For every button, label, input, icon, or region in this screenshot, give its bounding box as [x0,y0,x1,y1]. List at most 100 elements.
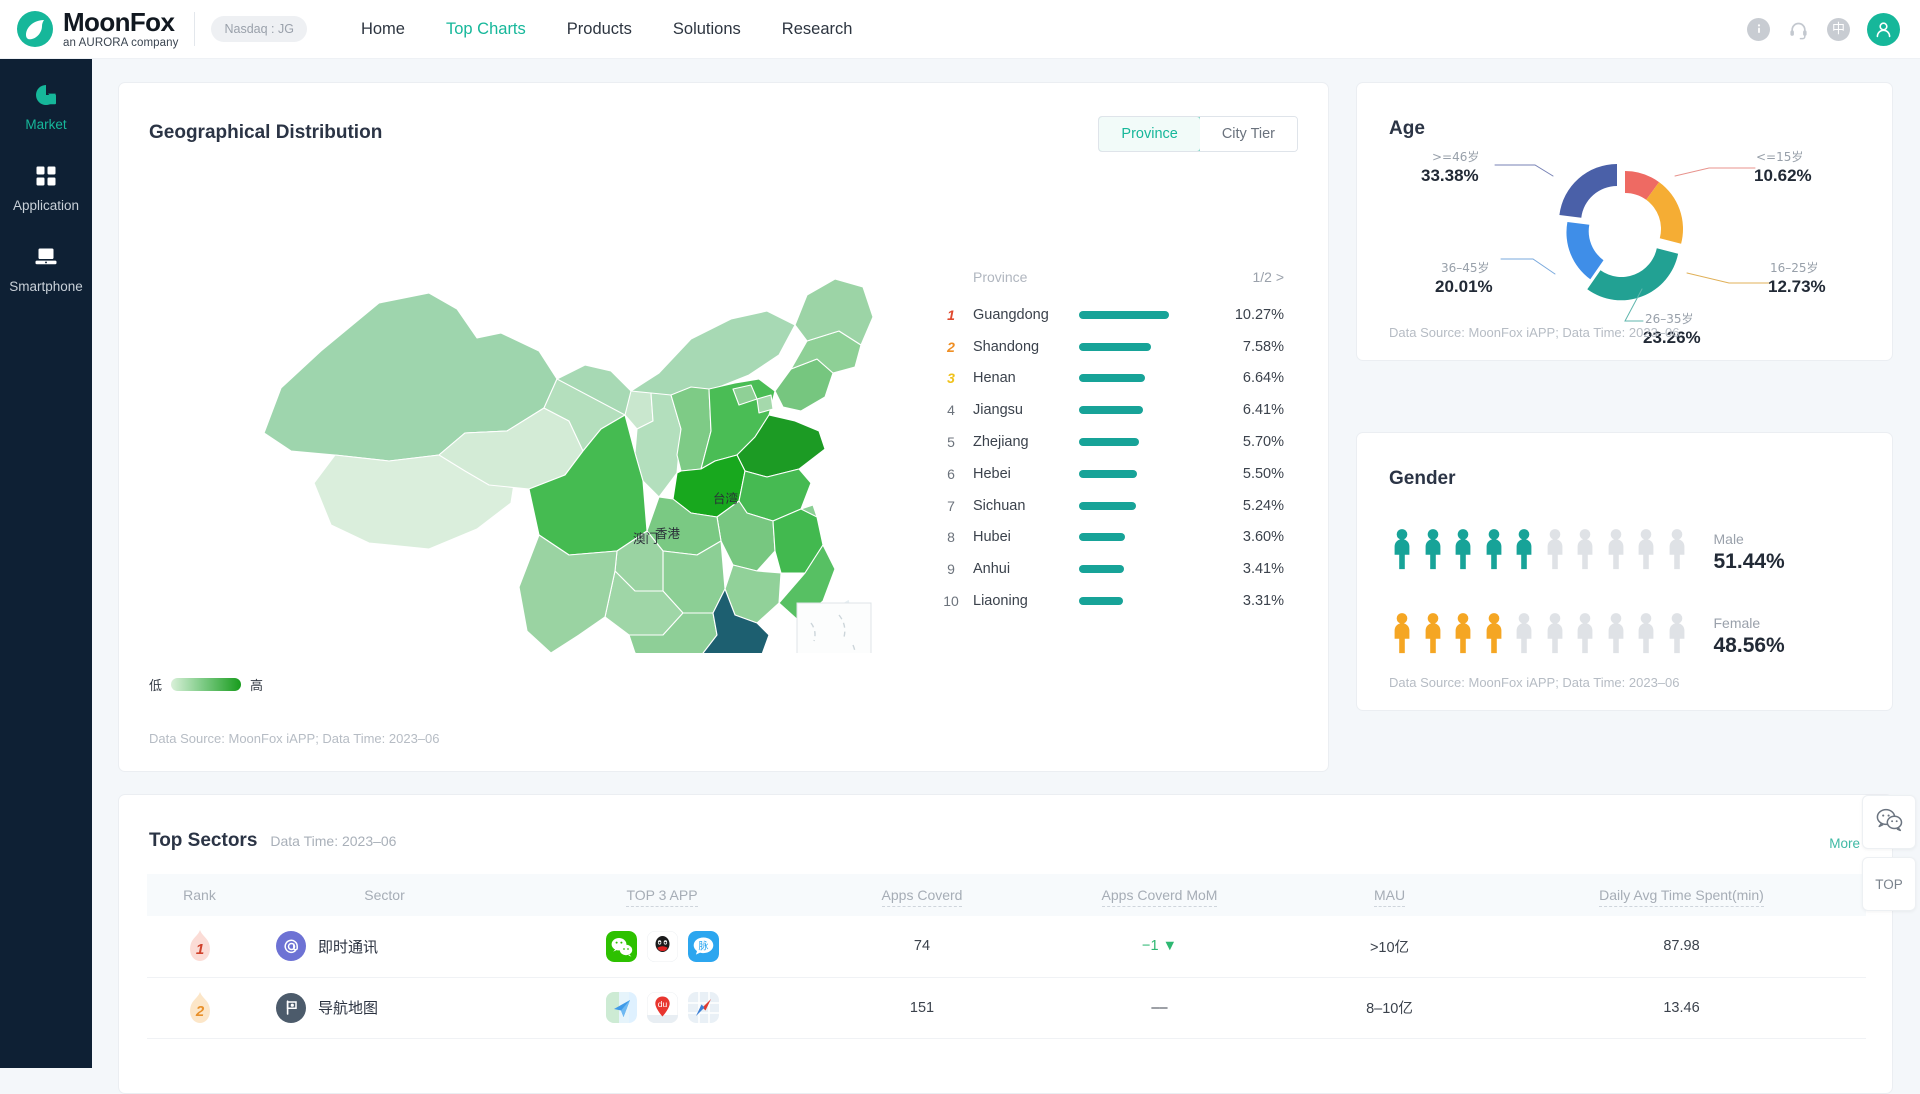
table-row[interactable]: 2导航地图du151––8–10亿13.46 [147,977,1866,1038]
user-avatar-icon[interactable] [1867,13,1900,46]
toggle-province-button[interactable]: Province [1098,116,1200,152]
flag-marker-icon [276,993,306,1023]
info-icon[interactable] [1747,18,1770,41]
left-sidebar: Market Application Smartphone [0,59,92,1068]
sidebar-item-smartphone[interactable]: Smartphone [0,243,92,295]
moonfox-logo-icon [16,10,54,48]
nav-link-home[interactable]: Home [361,19,405,39]
age-value-lte15: 10.62% [1754,165,1812,186]
province-name: Hubei [973,529,1079,545]
province-rank: 9 [939,561,963,577]
province-bar-track [1079,343,1179,351]
cell-apps-coverd-mom: −1 ▼ [1037,916,1282,977]
province-percent: 3.41% [1243,561,1284,577]
sidebar-label-application: Application [13,197,79,214]
person-pictogram-icon [1666,528,1688,570]
tencent-map-app-icon[interactable] [688,992,719,1023]
stock-ticker-badge: Nasdaq : JG [211,16,306,42]
province-rank: 8 [939,529,963,545]
province-percent: 10.27% [1235,307,1284,323]
person-pictogram [1391,528,1413,575]
sectors-table-body: 1即时通讯脉74−1 ▼>10亿87.982导航地图du151––8–10亿13… [147,916,1866,1038]
brand-logo[interactable]: MoonFox an AURORA company [16,9,178,50]
legend-high-label: 高 [250,675,263,694]
province-row[interactable]: 3Henan6.64% [939,363,1284,395]
cell-sector[interactable]: 导航地图 [252,977,517,1038]
column-header: Daily Avg Time Spent(min) [1497,874,1866,916]
person-pictogram [1513,612,1535,659]
province-rank: 7 [939,498,963,514]
province-rank: 1 [939,307,963,323]
column-header: Sector [252,874,517,916]
province-bar [1079,502,1136,510]
language-glyph: 中 [1832,23,1845,36]
province-bar-track [1079,597,1179,605]
baidu-map-app-icon[interactable]: du [647,992,678,1023]
province-row[interactable]: 10Liaoning3.31% [939,585,1284,617]
male-label: Male [1714,530,1785,548]
table-row[interactable]: 1即时通讯脉74−1 ▼>10亿87.98 [147,916,1866,977]
cell-sector[interactable]: 即时通讯 [252,916,517,977]
province-bar [1079,311,1169,319]
male-pictogram-group [1391,528,1688,575]
maimai-app-icon[interactable]: 脉 [688,931,719,962]
headset-icon[interactable] [1787,18,1810,41]
top-sectors-card: Top Sectors Data Time: 2023–06 More Rank… [118,794,1893,1094]
male-percent: 51.44% [1714,549,1785,575]
china-choropleth-map[interactable]: 台湾 香港 澳门 [239,183,879,653]
person-pictogram [1422,528,1444,575]
rank-flame-badge: 2 [147,991,252,1025]
nav-link-solutions[interactable]: Solutions [673,19,741,39]
column-header: MAU [1282,874,1497,916]
column-header: Apps Coverd MoM [1037,874,1282,916]
person-pictogram-icon [1513,612,1535,654]
cell-daily-avg-time: 13.46 [1497,977,1866,1038]
province-bar-track [1079,374,1179,382]
person-pictogram [1666,528,1688,575]
province-name: Anhui [973,561,1079,577]
map-label-macau: 澳门 [633,528,658,547]
nav-link-products[interactable]: Products [567,19,632,39]
province-bar [1079,533,1125,541]
province-row[interactable]: 8Hubei3.60% [939,522,1284,554]
map-color-legend: 低 高 [149,675,263,694]
qq-app-icon[interactable] [647,931,678,962]
age-donut-chart[interactable]: <=15岁 10.62% 16–25岁 12.73% 26–35岁 23.26%… [1357,131,1894,331]
person-pictogram-icon [1666,612,1688,654]
province-row[interactable]: 1Guangdong10.27% [939,299,1284,331]
language-chinese-icon[interactable]: 中 [1827,18,1850,41]
grid-apps-icon [35,162,57,190]
province-row[interactable]: 7Sichuan5.24% [939,490,1284,522]
province-bar-track [1079,470,1179,478]
back-to-top-button[interactable]: TOP [1862,857,1916,911]
province-row[interactable]: 2Shandong7.58% [939,331,1284,363]
wechat-contact-button[interactable] [1862,795,1916,849]
province-pagination[interactable]: 1/2 > [1252,268,1284,286]
sectors-more-link[interactable]: More [1829,835,1860,852]
province-row[interactable]: 4Jiangsu6.41% [939,394,1284,426]
legend-gradient-bar [171,678,241,691]
person-pictogram-icon [1635,612,1657,654]
person-pictogram [1452,612,1474,659]
top-navigation-bar: MoonFox an AURORA company Nasdaq : JG Ho… [0,0,1920,59]
province-row[interactable]: 5Zhejiang5.70% [939,426,1284,458]
cell-apps-coverd: 151 [807,977,1037,1038]
sidebar-item-application[interactable]: Application [0,162,92,214]
nav-link-research[interactable]: Research [782,19,853,39]
person-pictogram [1483,612,1505,659]
person-pictogram-icon [1605,528,1627,570]
province-row[interactable]: 9 Anhui 3.41% [939,553,1284,585]
toggle-city-tier-button[interactable]: City Tier [1200,117,1297,151]
wechat-app-icon[interactable] [606,931,637,962]
sidebar-item-market[interactable]: Market [0,81,92,133]
province-bar [1079,343,1151,351]
person-pictogram-icon [1483,528,1505,570]
wechat-icon [1876,808,1903,837]
province-row[interactable]: 6Hebei5.50% [939,458,1284,490]
gaode-map-app-icon[interactable] [606,992,637,1023]
person-pictogram [1574,612,1596,659]
nav-link-top-charts[interactable]: Top Charts [446,19,526,39]
province-percent: 6.41% [1243,402,1284,418]
cell-apps-coverd: 74 [807,916,1037,977]
person-pictogram [1666,612,1688,659]
